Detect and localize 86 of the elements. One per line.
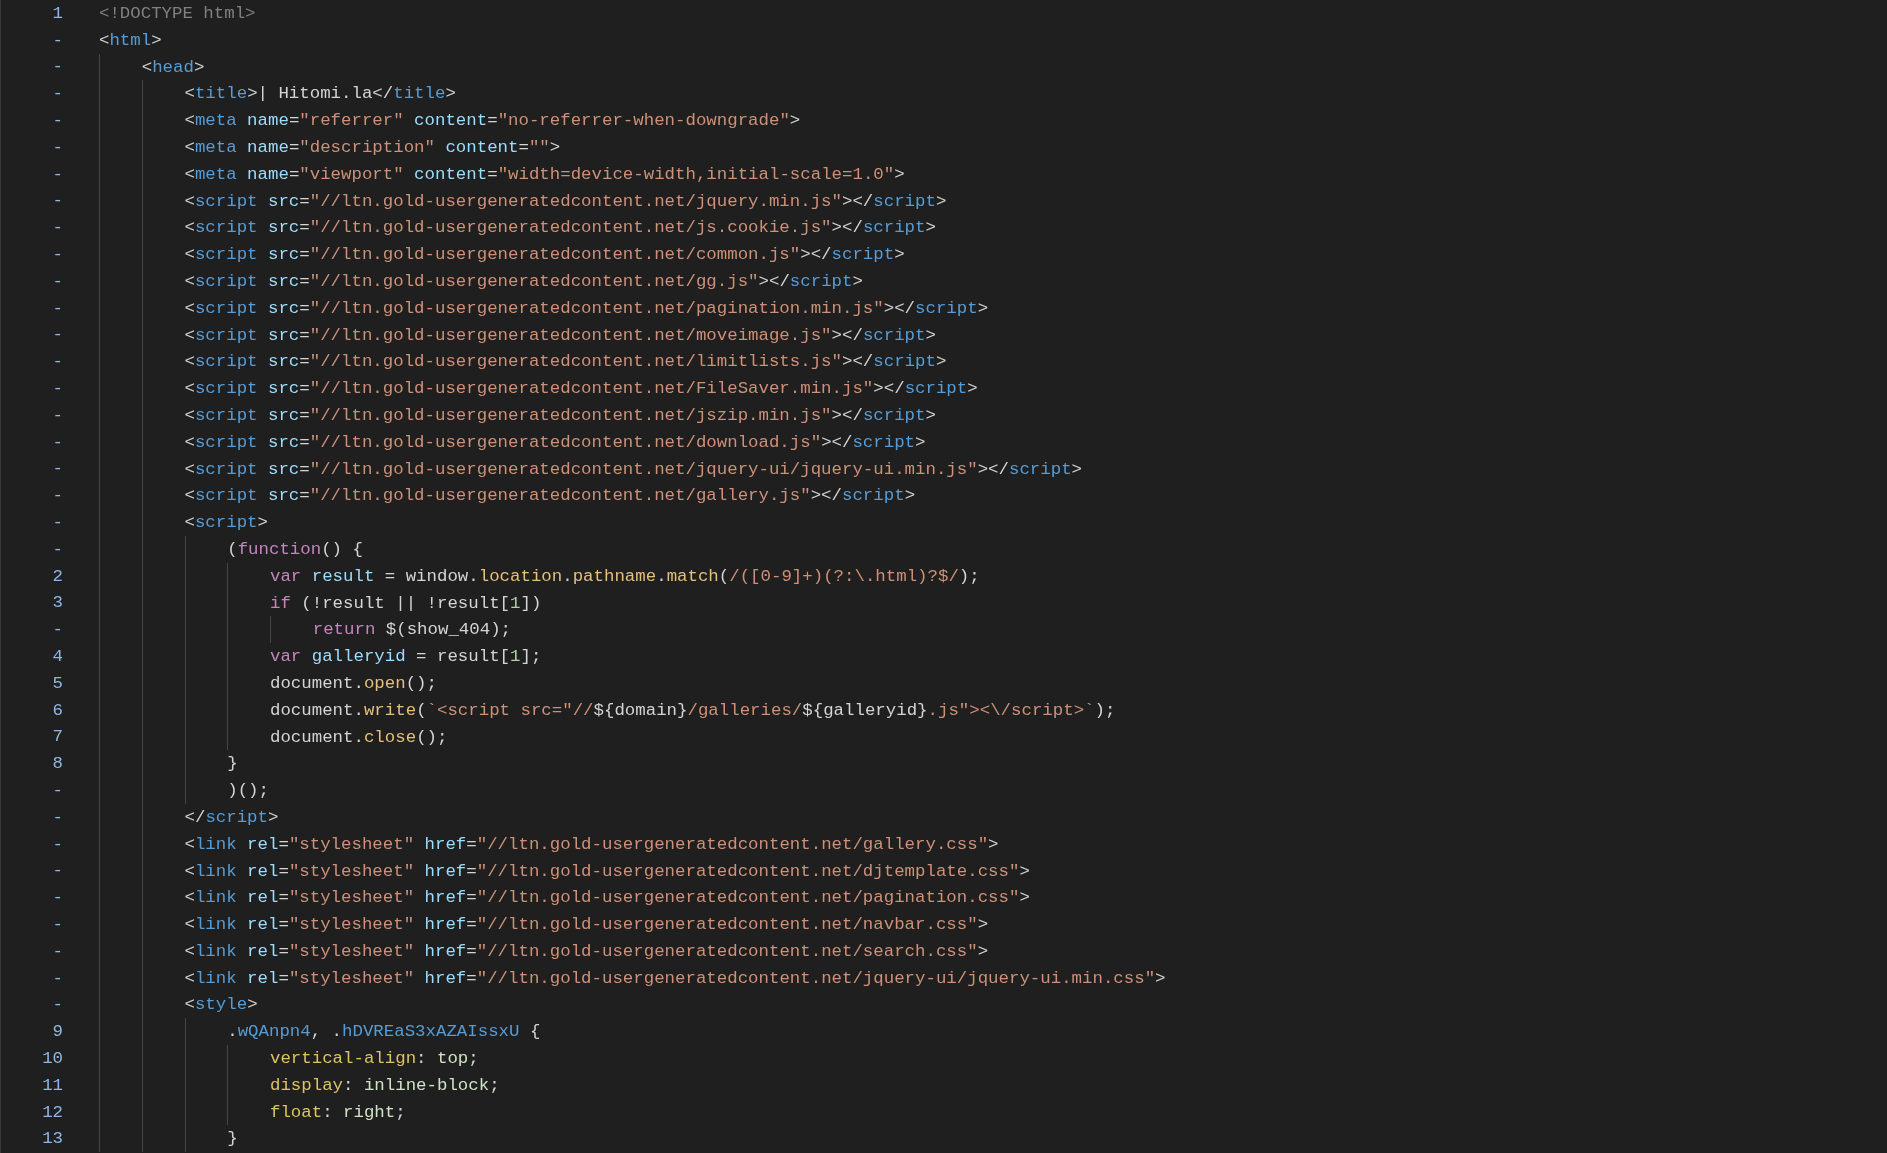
line-number: - xyxy=(51,405,63,425)
line-number: - xyxy=(51,539,63,559)
line-number: - xyxy=(51,164,63,184)
code-line: return $(show_404); xyxy=(99,616,512,644)
code-line: <script src="//ltn.gold-usergeneratedcontent.net/js.cookie.js"></script> xyxy=(99,214,936,242)
code-line: <script src="//ltn.gold-usergeneratedcontent.net/FileSaver.min.js"></script> xyxy=(99,375,978,402)
code-line: var result = window.location.pathname.match(/([0-9]+)(?:\.html)?$/); xyxy=(99,562,980,590)
line-number: - xyxy=(51,888,63,908)
code-line: <script src="//ltn.gold-usergeneratedcontent.net/jszip.min.js"></script> xyxy=(99,401,936,429)
code-line: <script src="//ltn.gold-usergeneratedcontent.net/common.js"></script> xyxy=(99,241,905,268)
line-number: - xyxy=(51,191,63,211)
code-line: <script src="//ltn.gold-usergeneratedcontent.net/moveimage.js"></script> xyxy=(99,321,936,349)
code-line: } xyxy=(99,750,238,778)
line-number: - xyxy=(51,57,63,77)
line-number: 6 xyxy=(51,700,63,720)
line-number: 2 xyxy=(51,566,63,586)
line-number: 5 xyxy=(51,673,63,693)
code-line: </script> xyxy=(99,803,279,831)
code-line: <style> xyxy=(99,991,258,1019)
line-number: - xyxy=(51,834,63,854)
code-line: <meta name="referrer" content="no-referrer-when-downgrade"> xyxy=(99,107,801,134)
code-line: display: inline-block; xyxy=(99,1071,500,1099)
code-line: <link rel="stylesheet" href="//ltn.gold-usergeneratedcontent.net/pagination.css"> xyxy=(99,884,1030,912)
code-line: <meta name="description" content=""> xyxy=(99,134,561,161)
line-number: - xyxy=(51,271,63,291)
line-number: - xyxy=(51,137,63,157)
code-line: var galleryid = result[1]; xyxy=(99,643,542,670)
code-line: vertical-align: top; xyxy=(99,1045,479,1072)
line-number: - xyxy=(51,325,63,345)
line-number: - xyxy=(51,30,63,50)
line-number: 11 xyxy=(41,1075,63,1095)
code-line: <title>| Hitomi.la</title> xyxy=(99,80,456,108)
line-number: - xyxy=(51,84,63,104)
code-line: <link rel="stylesheet" href="//ltn.gold-usergeneratedcontent.net/search.css"> xyxy=(99,937,989,965)
line-number: - xyxy=(51,968,63,988)
line-number: 10 xyxy=(41,1048,63,1068)
code-line: <script src="//ltn.gold-usergeneratedcontent.net/gallery.js"></script> xyxy=(99,482,916,510)
line-number: - xyxy=(51,298,63,318)
code-line: <meta name="viewport" content="width=device-width,initial-scale=1.0"> xyxy=(99,160,905,188)
line-number: - xyxy=(51,995,63,1015)
code-line: float: right; xyxy=(99,1098,406,1126)
line-number: 12 xyxy=(41,1102,63,1122)
line-number: - xyxy=(51,781,63,800)
line-number: - xyxy=(51,807,63,827)
line-number: 13 xyxy=(41,1129,63,1149)
line-number: 3 xyxy=(51,593,63,613)
code-line: } xyxy=(99,1125,238,1153)
line-number: 8 xyxy=(51,754,63,774)
line-number: - xyxy=(51,432,63,452)
line-number: - xyxy=(51,941,63,961)
line-number: 4 xyxy=(51,647,63,666)
code-line: <script src="//ltn.gold-usergeneratedcontent.net/limitlists.js"></script> xyxy=(99,348,947,376)
code-line: <script src="//ltn.gold-usergeneratedcontent.net/jquery.min.js"></script> xyxy=(99,187,947,215)
line-number: - xyxy=(51,218,63,238)
code-line: <script src="//ltn.gold-usergeneratedcontent.net/pagination.min.js"></script> xyxy=(99,294,989,322)
line-number: 9 xyxy=(51,1022,63,1042)
code-line: <script> xyxy=(99,509,268,536)
code-line: <link rel="stylesheet" href="//ltn.gold-usergeneratedcontent.net/jquery-ui/jquery-ui.min.css"> xyxy=(99,964,1166,992)
line-number: - xyxy=(51,352,63,372)
line-number: - xyxy=(51,861,63,881)
code-line: <script src="//ltn.gold-usergeneratedcontent.net/gg.js"></script> xyxy=(99,267,863,295)
code-line: <script src="//ltn.gold-usergeneratedcontent.net/jquery-ui/jquery-ui.min.js"></script> xyxy=(99,455,1083,483)
code-line: <link rel="stylesheet" href="//ltn.gold-usergeneratedcontent.net/navbar.css"> xyxy=(99,911,989,938)
code-line: <!DOCTYPE html> xyxy=(99,3,256,23)
line-number: - xyxy=(51,459,63,479)
line-number: - xyxy=(51,513,63,533)
code-line: document.close(); xyxy=(99,723,448,751)
line-number: - xyxy=(51,379,63,399)
line-number: - xyxy=(51,620,63,640)
code-line: <link rel="stylesheet" href="//ltn.gold-usergeneratedcontent.net/djtemplate.css"> xyxy=(99,857,1030,885)
code-line: <link rel="stylesheet" href="//ltn.gold-usergeneratedcontent.net/gallery.css"> xyxy=(99,830,999,858)
line-number: - xyxy=(51,111,63,131)
line-number: 7 xyxy=(51,727,63,747)
line-number: - xyxy=(51,486,63,506)
line-number: - xyxy=(51,915,63,934)
line-number: 1 xyxy=(51,3,63,23)
code-line: <html> xyxy=(99,30,162,50)
code-line: document.write(`<script src="//${domain}/galleries/${galleryid}.js"><\/script>`); xyxy=(99,696,1116,724)
code-line: (function() { xyxy=(99,535,363,563)
code-line: document.open(); xyxy=(99,669,437,697)
code-line: if (!result || !result[1]) xyxy=(99,589,542,617)
code-line: .wQAnpn4, .hDVREaS3xAZAIssxU { xyxy=(99,1018,541,1046)
code-line: <script src="//ltn.gold-usergeneratedcontent.net/download.js"></script> xyxy=(99,428,926,456)
code-line: <head> xyxy=(99,53,205,81)
line-number: - xyxy=(51,245,63,265)
code-line: )(); xyxy=(99,777,269,804)
